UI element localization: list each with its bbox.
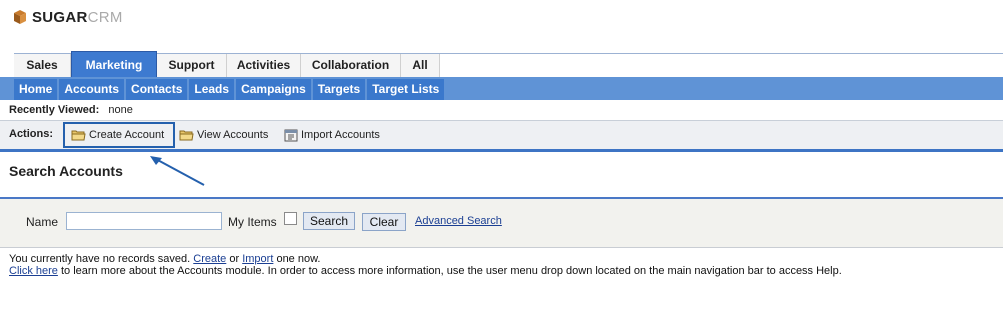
tab-collaboration[interactable]: Collaboration [301,54,401,77]
tab-sales[interactable]: Sales [14,54,71,77]
subtab-home[interactable]: Home [14,79,58,100]
create-link[interactable]: Create [193,253,226,265]
actions-bar: Actions: Create Account View Accounts Im… [0,121,1003,152]
logo-text: SUGARCRM [32,8,123,26]
tab-marketing[interactable]: Marketing [71,51,157,78]
my-items-checkbox[interactable] [284,212,297,225]
module-tabs: Sales Marketing Support Activities Colla… [14,51,1003,78]
info-text: or [226,253,243,265]
folder-icon [71,129,86,141]
submodule-bar: Home Accounts Contacts Leads Campaigns T… [0,77,1003,100]
view-accounts-label: View Accounts [197,129,269,141]
tab-support[interactable]: Support [157,54,227,77]
info-text: to learn more about the Accounts module.… [57,265,842,277]
page-title: Search Accounts [9,163,123,179]
info-text: one now. [273,253,321,265]
sugarcrm-logo[interactable]: SUGARCRM [14,8,123,26]
import-accounts-label: Import Accounts [301,129,380,141]
import-accounts-action[interactable]: Import Accounts [284,124,380,146]
subtab-targets[interactable]: Targets [312,79,366,100]
tab-activities[interactable]: Activities [227,54,301,77]
cube-icon [14,10,26,24]
import-link[interactable]: Import [242,253,273,265]
recently-viewed-value: none [108,104,133,116]
subtab-campaigns[interactable]: Campaigns [236,79,311,100]
recently-viewed-bar: Recently Viewed: none [0,100,1003,121]
create-account-label: Create Account [89,129,165,141]
subtab-contacts[interactable]: Contacts [126,79,188,100]
name-input[interactable] [66,212,222,230]
view-accounts-action[interactable]: View Accounts [179,124,268,146]
subtab-leads[interactable]: Leads [189,79,235,100]
create-account-action[interactable]: Create Account [63,122,175,148]
actions-label: Actions: [9,128,53,140]
info-text: You currently have no records saved. [9,253,194,265]
advanced-search-link[interactable]: Advanced Search [415,215,502,227]
subtab-accounts[interactable]: Accounts [59,79,125,100]
subtab-target-lists[interactable]: Target Lists [367,79,445,100]
name-label: Name [26,215,59,229]
click-here-link[interactable]: Click here [9,265,58,277]
folder-icon [179,129,194,141]
search-panel: Name My Items Search Clear Advanced Sear… [0,197,1003,248]
empty-state-message: You currently have no records saved. Cre… [9,253,842,277]
import-icon [284,129,298,142]
search-button[interactable]: Search [303,212,355,230]
clear-button[interactable]: Clear [362,213,406,231]
annotation-arrow-icon [150,156,205,186]
my-items-label: My Items [228,215,277,229]
tab-all[interactable]: All [401,54,440,77]
recently-viewed-label: Recently Viewed: [9,104,100,116]
